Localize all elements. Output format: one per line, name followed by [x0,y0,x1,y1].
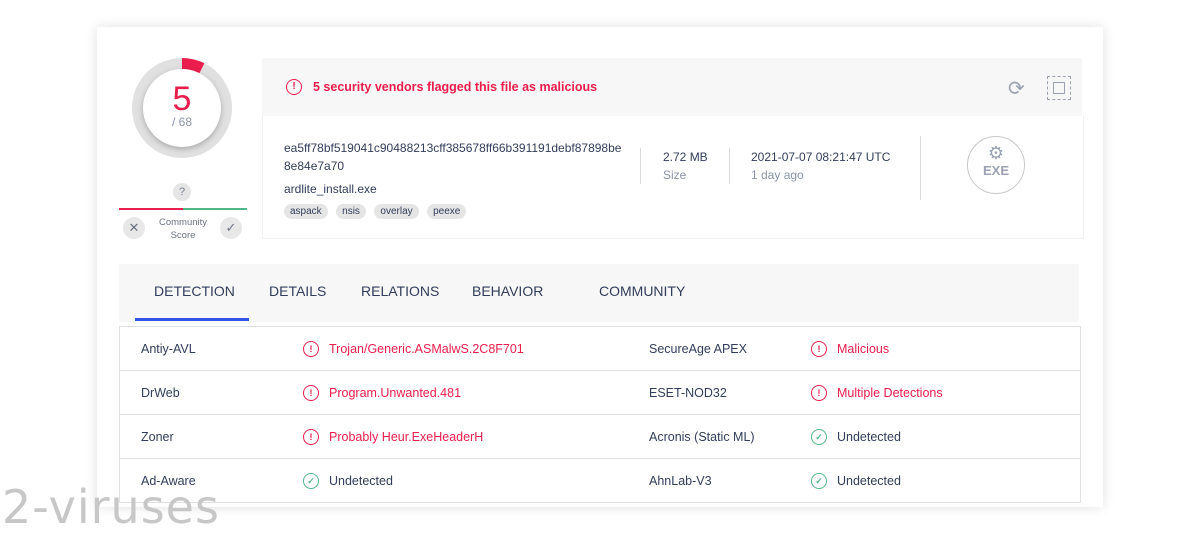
tab-community[interactable]: COMMUNITY [599,283,685,299]
tab-relations[interactable]: RELATIONS [361,283,439,299]
file-type-icon: ⚙ EXE [967,136,1025,194]
tab-behavior[interactable]: BEHAVIOR [472,283,543,299]
detection-result: Malicious [837,342,890,356]
divider [729,148,730,184]
alert-icon: ! [303,341,319,357]
file-tags: aspack nsis overlay peexe [284,201,470,219]
alert-icon: ! [286,79,302,95]
tag[interactable]: peexe [427,204,467,219]
vendor-name: Acronis (Static ML) [649,430,755,444]
vendor-name: Antiy-AVL [141,342,196,356]
detection-result: Trojan/Generic.ASMalwS.2C8F701 [329,342,524,356]
sandbox-icon[interactable] [1047,76,1071,100]
divider [920,136,921,200]
alert-icon: ! [811,385,827,401]
tag[interactable]: aspack [284,204,328,219]
table-row: Zoner ! Probably Heur.ExeHeaderH Acronis… [120,415,1080,459]
file-info-panel: ea5ff78bf519041c90488213cff385678ff66b39… [262,116,1084,239]
detection-result: Undetected [837,474,901,488]
detection-result: Probably Heur.ExeHeaderH [329,430,484,444]
community-like-button[interactable]: ✓ [220,217,242,239]
vendor-name: SecureAge APEX [649,342,747,356]
site-watermark: 2-viruses [2,480,220,534]
total-engines: / 68 [171,115,192,129]
score-inner: 5 / 68 [143,69,221,147]
file-size-label: Size [663,168,687,182]
check-icon: ✓ [303,473,319,489]
community-score-label: Community Score [158,217,208,241]
file-size-value: 2.72 MB [663,150,708,164]
detection-results-table: Antiy-AVL ! Trojan/Generic.ASMalwS.2C8F7… [119,326,1081,503]
alert-message: 5 security vendors flagged this file as … [313,80,598,94]
detected-count: 5 [172,80,192,118]
vendor-name: Zoner [141,430,174,444]
table-row: Ad-Aware ✓ Undetected AhnLab-V3 ✓ Undete… [120,459,1080,503]
detection-result: Multiple Detections [837,386,943,400]
alert-banner: ! 5 security vendors flagged this file a… [262,58,1082,116]
detection-score-gauge: 5 / 68 [132,58,232,158]
analysis-age: 1 day ago [751,168,804,182]
report-tabs: DETECTION DETAILS RELATIONS BEHAVIOR COM… [119,264,1079,322]
check-icon: ✓ [811,473,827,489]
community-score-bar [119,208,247,210]
vendor-name: ESET-NOD32 [649,386,727,400]
tab-detection[interactable]: DETECTION [154,283,235,299]
detection-result: Undetected [837,430,901,444]
community-dislike-button[interactable]: ✕ [123,217,145,239]
detection-result: Undetected [329,474,393,488]
vendor-name: DrWeb [141,386,180,400]
file-report-card: 5 / 68 ? ✕ Community Score ✓ ! 5 securit… [97,27,1103,507]
file-name: ardlite_install.exe [284,182,377,196]
table-row: Antiy-AVL ! Trojan/Generic.ASMalwS.2C8F7… [120,327,1080,371]
alert-icon: ! [811,341,827,357]
reanalyze-icon[interactable]: ⟳ [1008,76,1025,101]
vendor-name: AhnLab-V3 [649,474,712,488]
gears-icon: ⚙ [987,143,1005,163]
table-row: DrWeb ! Program.Unwanted.481 ESET-NOD32 … [120,371,1080,415]
file-hash[interactable]: ea5ff78bf519041c90488213cff385678ff66b39… [284,139,624,175]
analysis-date: 2021-07-07 08:21:47 UTC [751,150,891,164]
detection-result: Program.Unwanted.481 [329,386,462,400]
community-question-icon[interactable]: ? [173,183,191,201]
tag[interactable]: overlay [374,204,419,219]
divider [640,148,641,184]
tag[interactable]: nsis [336,204,366,219]
alert-icon: ! [303,429,319,445]
active-tab-indicator [135,318,249,321]
tab-details[interactable]: DETAILS [269,283,326,299]
file-type-label: EXE [982,163,1009,178]
alert-icon: ! [303,385,319,401]
check-icon: ✓ [811,429,827,445]
